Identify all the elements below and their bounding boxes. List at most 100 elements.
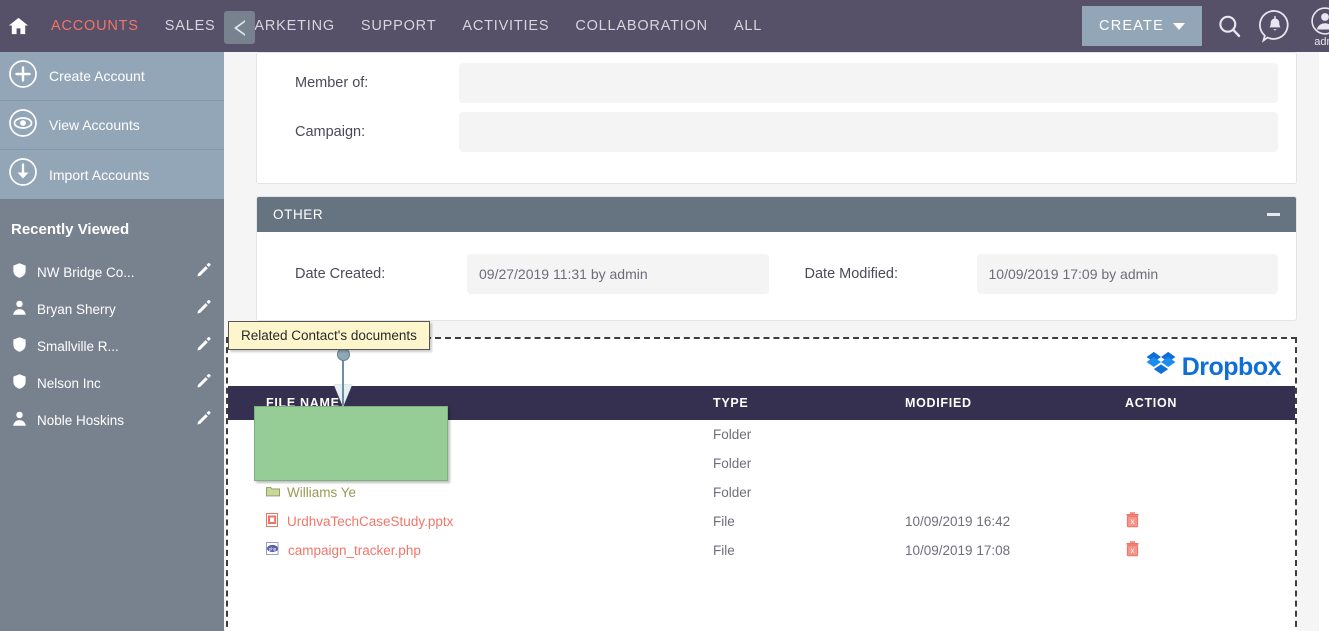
list-item-label: Nelson Inc <box>37 376 101 391</box>
file-name-text: UrdhvaTechCaseStudy.pptx <box>287 514 454 529</box>
nav-link-collaboration[interactable]: COLLABORATION <box>562 18 721 34</box>
column-header-modified[interactable]: MODIFIED <box>905 386 1125 420</box>
field-value-date-created: 09/27/2019 11:31 by admin <box>467 254 769 294</box>
primary-nav-links: ACCOUNTS SALES MARKETING SUPPORT ACTIVIT… <box>38 0 775 52</box>
sidebar-item-label: Import Accounts <box>49 166 150 183</box>
shield-icon <box>11 373 28 395</box>
field-row-date-modified: Date Modified: 10/09/2019 17:09 by admin <box>777 254 1287 294</box>
delete-icon[interactable]: x <box>1125 512 1140 531</box>
avatar-username: adm <box>1314 35 1329 48</box>
nav-link-sales[interactable]: SALES <box>152 18 229 34</box>
field-value-date-modified: 10/09/2019 17:09 by admin <box>976 254 1278 294</box>
file-modified <box>905 420 1125 449</box>
file-type: File <box>713 543 735 558</box>
sidebar-item-label: Create Account <box>49 68 145 84</box>
sidebar-item-create-account[interactable]: Create Account <box>0 52 224 101</box>
file-modified <box>905 478 1125 507</box>
eye-icon <box>8 108 38 143</box>
field-row-member-of: Member of: <box>257 63 1296 103</box>
folder-icon <box>266 456 280 471</box>
sidebar-item-label: View Accounts <box>49 117 140 133</box>
file-link[interactable]: Marcellus Wilhite <box>266 456 389 471</box>
file-modified <box>905 449 1125 478</box>
main-content: Member of: Campaign: OTHER Date Created:… <box>224 52 1329 631</box>
sidebar-item-view-accounts[interactable]: View Accounts <box>0 101 224 150</box>
minus-icon[interactable] <box>1267 213 1280 216</box>
column-header-action[interactable]: ACTION <box>1125 386 1295 420</box>
search-icon[interactable] <box>1216 13 1243 40</box>
pencil-icon[interactable] <box>196 410 212 431</box>
list-item[interactable]: Nelson Inc <box>0 365 224 402</box>
file-name-text: Marcellus Wilhite <box>287 456 390 471</box>
table-row[interactable]: Marcellus Wilhite Folder <box>228 449 1295 478</box>
sidebar-collapse-button[interactable] <box>224 11 255 44</box>
list-item[interactable]: Smallville R... <box>0 328 224 365</box>
file-type: Folder <box>713 456 752 471</box>
table-row[interactable]: Williams Ye Folder <box>228 478 1295 507</box>
notification-bell-icon[interactable] <box>1257 8 1293 44</box>
sidebar-item-import-accounts[interactable]: Import Accounts <box>0 150 224 199</box>
field-value-member-of[interactable] <box>459 63 1278 103</box>
dropbox-file-table: FILE NAME TYPE MODIFIED ACTION Archie Ch… <box>228 386 1295 565</box>
column-header-type[interactable]: TYPE <box>713 386 905 420</box>
person-icon <box>11 410 28 432</box>
file-link[interactable]: UrdhvaTechCaseStudy.pptx <box>266 512 454 531</box>
powerpoint-file-icon <box>266 512 280 531</box>
table-row[interactable]: Archie Chadbourne Folder <box>228 420 1295 449</box>
list-item-label: Noble Hoskins <box>37 413 125 428</box>
delete-icon[interactable]: x <box>1125 541 1140 560</box>
file-type: File <box>713 514 735 529</box>
file-name-text: Williams Ye <box>287 485 357 500</box>
person-icon <box>11 299 28 321</box>
file-link[interactable]: Williams Ye <box>266 485 356 500</box>
home-icon[interactable] <box>6 14 30 38</box>
avatar[interactable]: adm <box>1307 5 1329 48</box>
dropbox-panel: Dropbox FILE NAME TYPE MODIFIED ACTION A… <box>226 321 1297 631</box>
file-name-text: Archie Chadbourne <box>287 427 404 442</box>
pencil-icon[interactable] <box>196 299 212 320</box>
other-section: OTHER Date Created: 09/27/2019 11:31 by … <box>256 196 1297 321</box>
list-item-label: Smallville R... <box>37 339 119 354</box>
dropbox-logo-icon <box>1146 351 1176 383</box>
dropbox-logo-text: Dropbox <box>1181 352 1282 381</box>
tooltip-related-contacts-documents: Related Contact's documents <box>228 321 430 350</box>
nav-link-support[interactable]: SUPPORT <box>348 18 449 34</box>
list-item[interactable]: Noble Hoskins <box>0 402 224 439</box>
column-header-file-name[interactable]: FILE NAME <box>228 386 713 420</box>
shield-icon <box>11 336 28 358</box>
user-avatar-icon <box>1311 6 1329 35</box>
other-section-body: Date Created: 09/27/2019 11:31 by admin … <box>257 232 1296 320</box>
nav-link-all[interactable]: ALL <box>721 18 775 34</box>
create-button-label: CREATE <box>1099 18 1164 34</box>
create-button[interactable]: CREATE <box>1082 6 1202 46</box>
file-link[interactable]: php campaign_tracker.php <box>266 542 421 559</box>
field-label: Date Created: <box>295 266 386 282</box>
list-item[interactable]: Bryan Sherry <box>0 291 224 328</box>
section-title: OTHER <box>273 207 324 222</box>
nav-link-activities[interactable]: ACTIVITIES <box>449 18 562 34</box>
pencil-icon[interactable] <box>196 262 212 283</box>
field-label: Campaign: <box>295 124 366 140</box>
file-action <box>1125 420 1295 449</box>
dropbox-logo: Dropbox <box>1146 351 1282 383</box>
pencil-icon[interactable] <box>196 373 212 394</box>
svg-text:x: x <box>1131 546 1135 555</box>
nav-link-accounts[interactable]: ACCOUNTS <box>38 18 152 34</box>
sidebar-actions: Create Account View Accounts Import Acco… <box>0 52 224 199</box>
field-row-campaign: Campaign: <box>257 112 1296 152</box>
pencil-icon[interactable] <box>196 336 212 357</box>
file-link[interactable]: Archie Chadbourne <box>266 427 403 442</box>
table-row[interactable]: php campaign_tracker.php File 10/09/2019… <box>228 536 1295 565</box>
svg-text:x: x <box>1131 517 1135 526</box>
file-name-text: campaign_tracker.php <box>288 543 421 558</box>
field-row-date-created: Date Created: 09/27/2019 11:31 by admin <box>267 254 777 294</box>
field-value-campaign[interactable] <box>459 112 1278 152</box>
scrollbar-track[interactable] <box>1319 52 1329 631</box>
top-navigation-bar: ACCOUNTS SALES MARKETING SUPPORT ACTIVIT… <box>0 0 1329 52</box>
list-item[interactable]: NW Bridge Co... <box>0 254 224 291</box>
folder-icon <box>266 427 280 442</box>
recently-viewed-heading: Recently Viewed <box>11 221 130 238</box>
shield-icon <box>11 262 28 284</box>
table-row[interactable]: UrdhvaTechCaseStudy.pptx File 10/09/2019… <box>228 507 1295 536</box>
file-action <box>1125 478 1295 507</box>
